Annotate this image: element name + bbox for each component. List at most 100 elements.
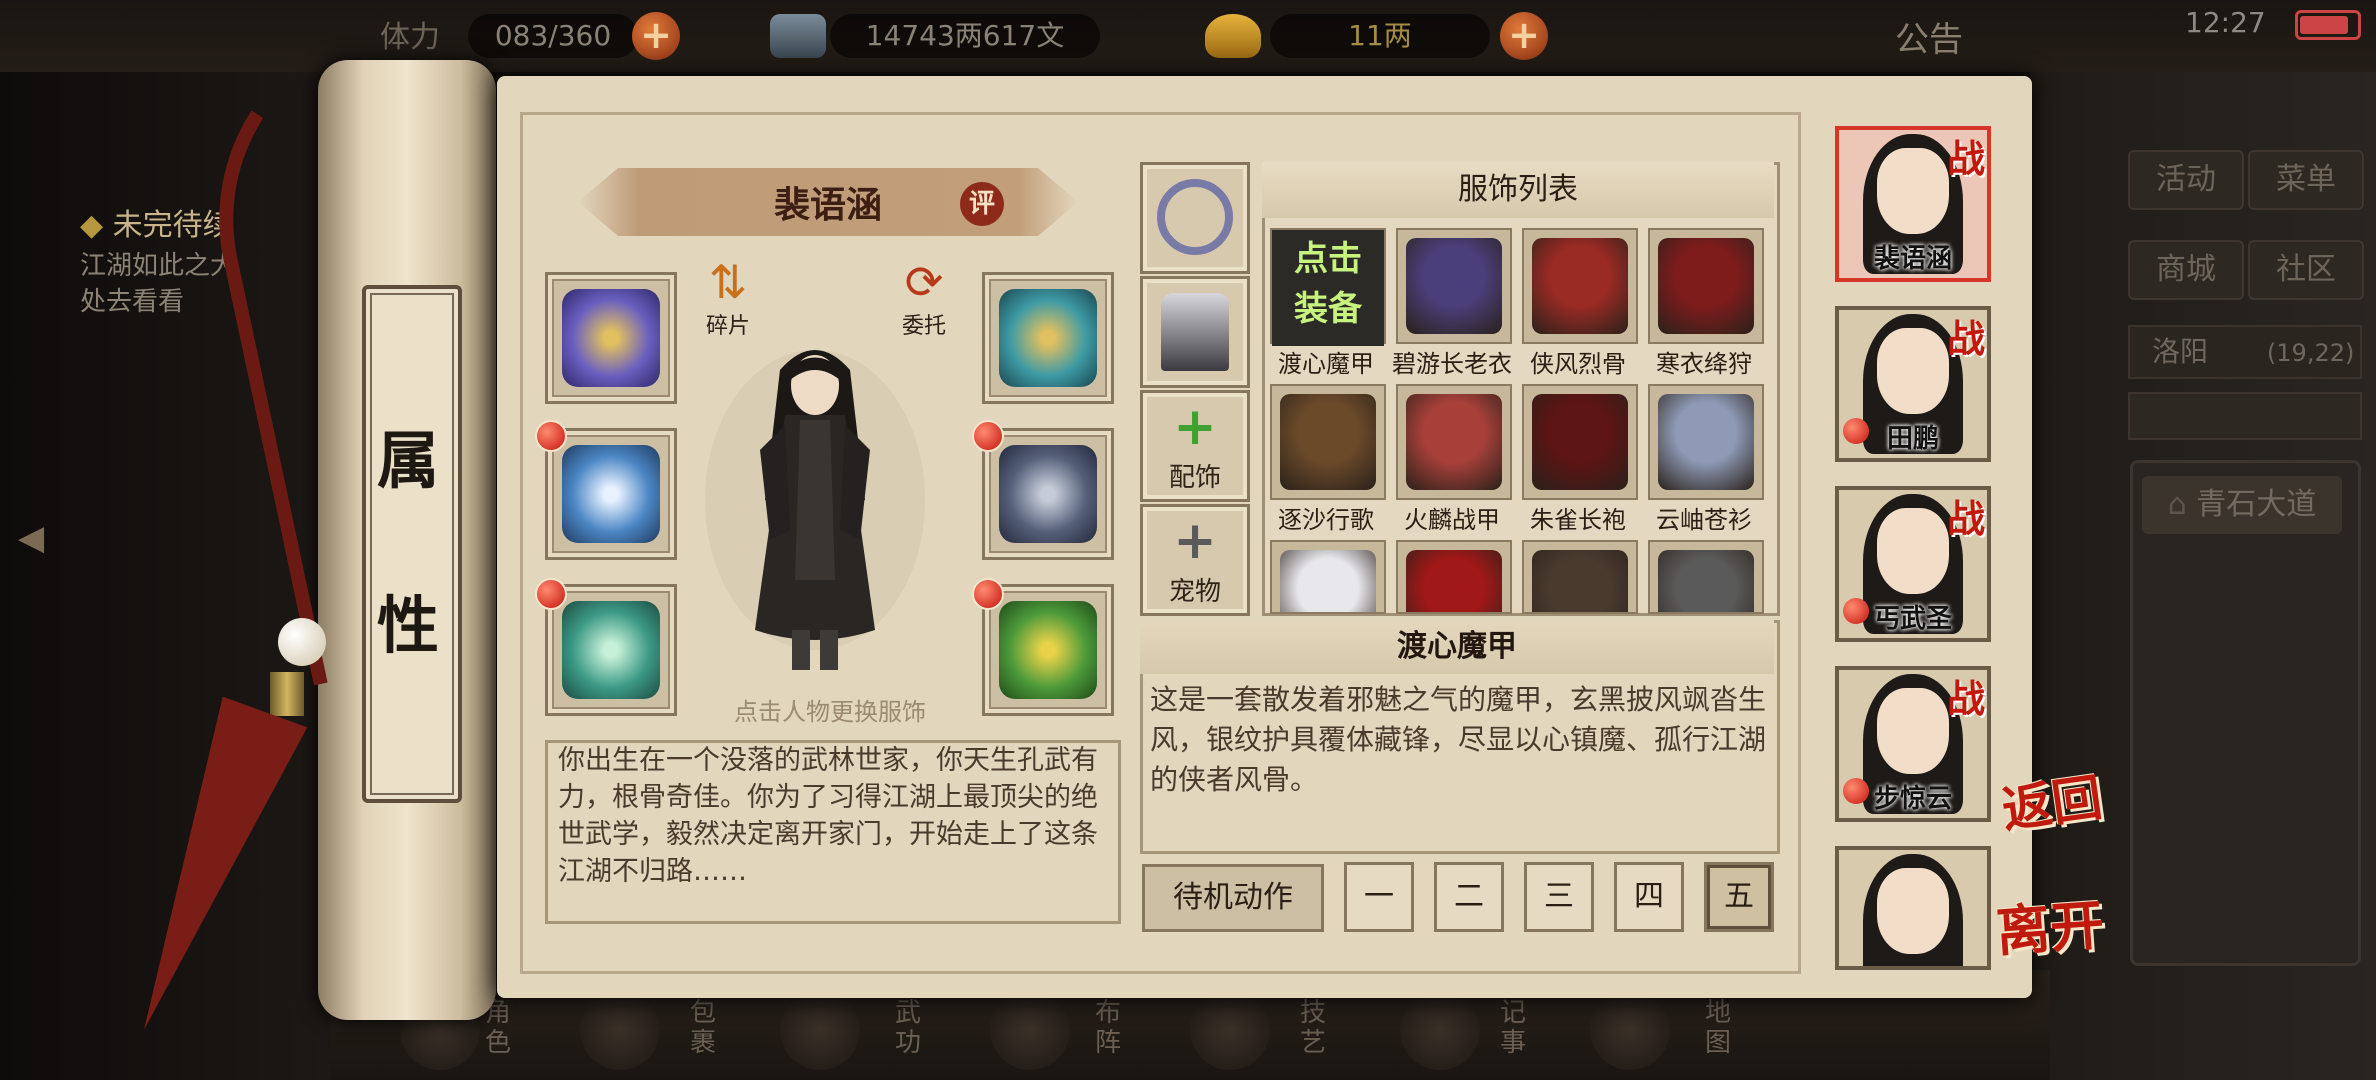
outfit-icon (1406, 550, 1502, 612)
outfit-icon (1280, 394, 1376, 490)
in-battle-badge: 战 (1946, 316, 1985, 361)
gold-value: 11两 (1270, 14, 1490, 58)
gold-plus-button[interactable]: + (1500, 12, 1548, 60)
equip-overlay[interactable]: 点击 装备 (1272, 230, 1384, 346)
tassel-bead (278, 618, 326, 666)
location-bar[interactable]: 洛阳 (19,22) (2128, 325, 2362, 379)
character-sprite-icon (705, 350, 925, 670)
nav-map-label[interactable]: 地图 (1705, 998, 1739, 1058)
upgrade-alert-dot (972, 420, 1004, 452)
collapse-left-arrow-icon[interactable]: ◀ (18, 518, 64, 574)
nav-formation-label[interactable]: 布阵 (1095, 998, 1129, 1058)
bracer-icon (562, 445, 660, 543)
entrust-icon[interactable]: ⟳ (894, 252, 954, 314)
team-portrait[interactable]: 战裴语涵 (1835, 126, 1991, 282)
journal-nav-icon[interactable] (1400, 990, 1480, 1070)
equip-slot-right-1[interactable] (982, 272, 1114, 404)
activity-button[interactable]: 活动 (2128, 150, 2244, 210)
nav-martial-label[interactable]: 武功 (895, 998, 929, 1058)
outfit-cell[interactable] (1396, 540, 1512, 614)
pet-label: 宠物 (1168, 577, 1221, 607)
nav-skill-label[interactable]: 技艺 (1300, 998, 1334, 1058)
equip-slot-right-3[interactable] (982, 584, 1114, 716)
portrait-face-icon (1877, 688, 1949, 774)
shop-button[interactable]: 商城 (2128, 240, 2244, 300)
skill-nav-icon[interactable] (1190, 990, 1270, 1070)
equip-line-2: 装备 (1294, 289, 1362, 329)
back-button[interactable]: 返回 (1998, 767, 2105, 839)
outfit-icon (1280, 550, 1376, 612)
nav-bag-label[interactable]: 包裹 (690, 998, 724, 1058)
team-portrait[interactable] (1835, 846, 1991, 970)
accessory-label: 配饰 (1168, 463, 1221, 493)
bag-nav-icon[interactable] (580, 990, 660, 1070)
equip-slot-left-1[interactable] (545, 272, 677, 404)
outfit-cell[interactable]: 点击 装备 (1270, 228, 1386, 346)
outfit-cell[interactable] (1270, 540, 1386, 614)
formation-nav-icon[interactable] (990, 990, 1070, 1070)
clock: 12:27 (2185, 6, 2266, 39)
equip-line-1: 点击 (1294, 239, 1362, 279)
evaluate-button[interactable]: 评 (960, 182, 1004, 226)
team-portrait[interactable]: 战田鹏 (1835, 306, 1991, 462)
portrait-name: 裴语涵 (1873, 244, 1952, 274)
outfit-slot[interactable] (1140, 276, 1250, 388)
leave-button[interactable]: 离开 (1994, 892, 2106, 963)
route-button[interactable]: ⌂ 青石大道 (2142, 476, 2342, 534)
necklace-slot[interactable] (1140, 162, 1250, 274)
equip-slot-left-2[interactable] (545, 428, 677, 560)
equip-slot-right-2[interactable] (982, 428, 1114, 560)
menu-button[interactable]: 菜单 (2248, 150, 2364, 210)
robe-icon (1161, 293, 1229, 371)
outfit-icon (1658, 238, 1754, 334)
outfit-cell[interactable] (1648, 384, 1764, 500)
team-portrait[interactable]: 战步惊云 (1835, 666, 1991, 822)
tassel-cap (270, 672, 304, 716)
map-nav-icon[interactable] (1590, 990, 1670, 1070)
accessory-button[interactable]: + 配饰 (1140, 390, 1250, 502)
idle-option-2[interactable]: 二 (1434, 862, 1504, 932)
nav-journal-label[interactable]: 记事 (1500, 998, 1534, 1058)
community-button[interactable]: 社区 (2248, 240, 2364, 300)
in-battle-badge: 战 (1946, 496, 1985, 541)
outfit-cell[interactable] (1396, 384, 1512, 500)
outfit-cell[interactable] (1648, 228, 1764, 344)
hat-icon (999, 289, 1097, 387)
equip-slot-left-3[interactable] (545, 584, 677, 716)
outfit-cell[interactable] (1522, 384, 1638, 500)
outfit-icon (1532, 394, 1628, 490)
in-battle-badge: 战 (1946, 676, 1985, 721)
outfit-name: 朱雀长袍 (1530, 506, 1626, 534)
minimap-strip (2128, 392, 2362, 440)
quest-title[interactable]: ◆ 未完待续 (80, 200, 233, 244)
idle-option-3[interactable]: 三 (1524, 862, 1594, 932)
outfit-cell[interactable] (1522, 540, 1638, 614)
martial-nav-icon[interactable] (780, 990, 860, 1070)
announcement-button[interactable]: 公告 (1895, 12, 1963, 61)
outfit-name: 火麟战甲 (1404, 506, 1500, 534)
necklace-icon (1157, 179, 1233, 255)
upgrade-alert-dot (535, 578, 567, 610)
outfit-cell[interactable] (1270, 384, 1386, 500)
idle-action-button[interactable]: 待机动作 (1142, 864, 1324, 932)
idle-option-5[interactable]: 五 (1704, 862, 1774, 932)
idle-option-4[interactable]: 四 (1614, 862, 1684, 932)
outfit-icon (1658, 550, 1754, 612)
outfit-cell[interactable] (1648, 540, 1764, 614)
character-figure[interactable] (700, 330, 930, 690)
pet-button[interactable]: + 宠物 (1140, 504, 1250, 616)
idle-option-1[interactable]: 一 (1344, 862, 1414, 932)
stamina-plus-button[interactable]: + (632, 12, 680, 60)
outfit-name: 渡心魔甲 (1278, 350, 1374, 378)
fragments-icon[interactable]: ⇅ (698, 252, 758, 314)
outfit-list-title: 服饰列表 (1262, 162, 1774, 218)
outfit-name: 碧游长老衣 (1392, 350, 1512, 378)
outfit-cell[interactable] (1522, 228, 1638, 344)
route-panel (2130, 460, 2361, 966)
team-portrait[interactable]: 战丐武圣 (1835, 486, 1991, 642)
armor-icon (999, 445, 1097, 543)
outfit-cell[interactable] (1396, 228, 1512, 344)
upgrade-alert-dot (972, 578, 1004, 610)
outfit-name: 寒衣绛狩 (1656, 350, 1752, 378)
battery-level (2300, 16, 2348, 34)
